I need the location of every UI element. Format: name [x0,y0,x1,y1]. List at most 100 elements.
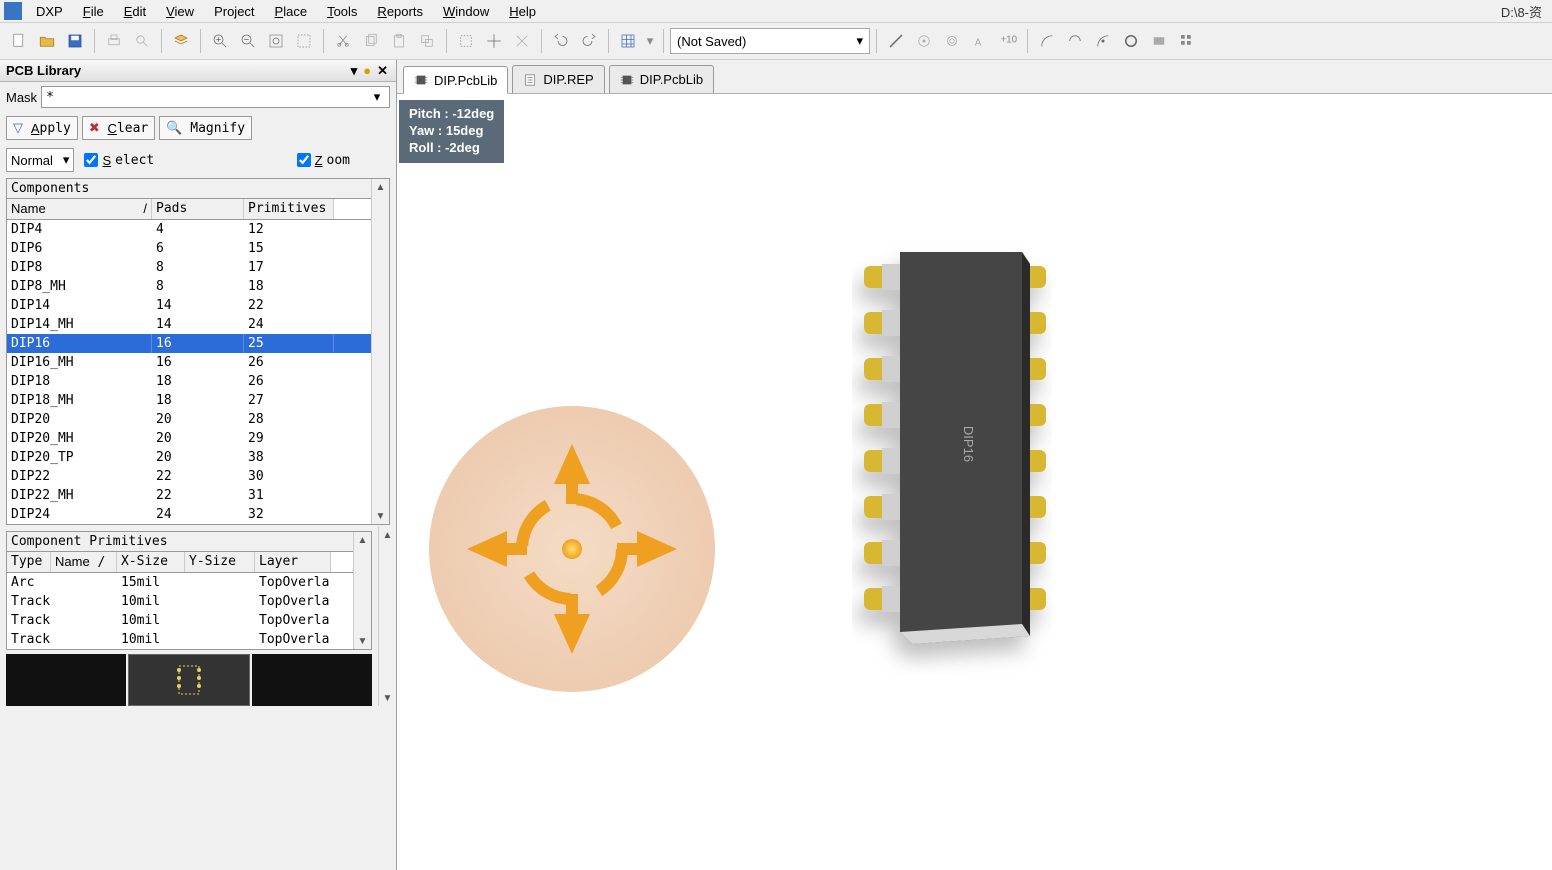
3d-canvas[interactable]: Pitch : -12deg Yaw : 15deg Roll : -2deg [397,94,1552,870]
table-row[interactable]: DIP222230 [7,467,371,486]
zoom-out-button[interactable] [235,28,261,54]
mask-field[interactable] [46,90,369,105]
panel-menu-icon[interactable]: ▾ [349,63,360,79]
print-preview-button[interactable] [129,28,155,54]
document-tab[interactable]: DIP.PcbLib [609,65,714,93]
scroll-up-icon[interactable]: ▲ [376,179,386,195]
menu-file[interactable]: File [73,2,114,21]
zoom-in-button[interactable] [207,28,233,54]
select-mode-button[interactable] [453,28,479,54]
new-file-button[interactable] [6,28,32,54]
document-tab[interactable]: DIP.REP [512,65,604,93]
scroll-down-icon[interactable]: ▼ [383,690,393,706]
undo-button[interactable] [548,28,574,54]
col-name-header[interactable]: Name / [7,199,152,219]
panel-pin-icon[interactable]: ● [361,63,373,79]
table-row[interactable]: DIP141422 [7,296,371,315]
table-row[interactable]: DIP14_MH1424 [7,315,371,334]
pad-button[interactable] [911,28,937,54]
menu-dxp[interactable]: DXP [26,2,73,21]
col-pads-header[interactable]: Pads [152,199,244,219]
array-paste-button[interactable] [1174,28,1200,54]
coordinate-button[interactable]: +10,10 [995,28,1021,54]
arc-angle-button[interactable] [1090,28,1116,54]
table-row[interactable]: DIP6615 [7,239,371,258]
apply-button[interactable]: ▽ Apply [6,116,78,140]
duplicate-button[interactable] [414,28,440,54]
print-button[interactable] [101,28,127,54]
col-pname-header[interactable]: Name / [51,552,117,572]
col-type-header[interactable]: Type [7,552,51,572]
document-tab[interactable]: DIP.PcbLib [403,66,508,94]
components-scrollbar[interactable]: ▲ ▼ [371,179,389,524]
table-row[interactable]: Track10milTopOverla [7,592,353,611]
move-button[interactable] [481,28,507,54]
table-row[interactable]: DIP8_MH818 [7,277,371,296]
table-row[interactable]: DIP4412 [7,220,371,239]
table-row[interactable]: Arc15milTopOverla [7,573,353,592]
clear-button[interactable]: ✖ Clear [82,116,155,140]
zoom-area-button[interactable] [291,28,317,54]
menu-view[interactable]: View [156,2,204,21]
menu-place[interactable]: Place [265,2,318,21]
menu-tools[interactable]: Tools [317,2,367,21]
select-checkbox[interactable]: Select [84,153,154,168]
grid-dropdown-button[interactable]: ▾ [643,28,657,54]
table-row[interactable]: DIP161625 [7,334,371,353]
open-file-button[interactable] [34,28,60,54]
menu-window[interactable]: Window [433,2,499,21]
paste-button[interactable] [386,28,412,54]
deselect-button[interactable] [509,28,535,54]
zoom-fit-button[interactable] [263,28,289,54]
scroll-up-icon[interactable]: ▲ [383,527,393,543]
scroll-up-icon[interactable]: ▲ [358,532,368,548]
table-row[interactable]: Track10milTopOverla [7,611,353,630]
table-row[interactable]: DIP16_MH1626 [7,353,371,372]
col-ysize-header[interactable]: Y-Size [185,552,255,572]
table-row[interactable]: Track10milTopOverla [7,630,353,649]
preview-slot[interactable] [6,654,126,706]
table-row[interactable]: DIP20_MH2029 [7,429,371,448]
magnify-button[interactable]: 🔍 Magnify [159,116,252,140]
nav-orb-icon[interactable] [427,404,717,694]
preview-slot[interactable] [128,654,250,706]
table-row[interactable]: DIP242432 [7,505,371,524]
menu-reports[interactable]: Reports [367,2,433,21]
mask-input[interactable]: ▾ [41,86,390,108]
table-row[interactable]: DIP8817 [7,258,371,277]
fill-button[interactable] [1146,28,1172,54]
primitives-scrollbar[interactable]: ▲ ▼ [353,532,371,649]
col-layer-header[interactable]: Layer [255,552,331,572]
arc-center-button[interactable] [1034,28,1060,54]
cut-button[interactable] [330,28,356,54]
table-row[interactable]: DIP181826 [7,372,371,391]
mode-select[interactable]: Normal▾ [6,148,74,172]
preview-slot[interactable] [252,654,372,706]
table-row[interactable]: DIP22_MH2231 [7,486,371,505]
table-row[interactable]: DIP202028 [7,410,371,429]
panel-close-icon[interactable]: ✕ [375,63,390,79]
table-row[interactable]: DIP20_TP2038 [7,448,371,467]
chip-3d-model[interactable]: DIP16 [852,244,1052,674]
menu-edit[interactable]: Edit [114,2,156,21]
mask-dropdown-icon[interactable]: ▾ [369,89,385,105]
grid-button[interactable] [615,28,641,54]
scroll-down-icon[interactable]: ▼ [358,633,368,649]
zoom-checkbox[interactable]: Zoom [297,153,350,168]
via-button[interactable] [939,28,965,54]
menu-help[interactable]: Help [499,2,546,21]
col-xsize-header[interactable]: X-Size [117,552,185,572]
redo-button[interactable] [576,28,602,54]
layers-button[interactable] [168,28,194,54]
arc-edge-button[interactable] [1062,28,1088,54]
table-row[interactable]: DIP18_MH1827 [7,391,371,410]
scroll-down-icon[interactable]: ▼ [376,508,386,524]
col-primitives-header[interactable]: Primitives [244,199,334,219]
track-button[interactable] [883,28,909,54]
full-circle-button[interactable] [1118,28,1144,54]
copy-button[interactable] [358,28,384,54]
document-combo[interactable]: (Not Saved)▾ [670,28,870,54]
panel-scrollbar[interactable]: ▲ ▼ [378,527,396,706]
string-button[interactable]: A [967,28,993,54]
save-button[interactable] [62,28,88,54]
